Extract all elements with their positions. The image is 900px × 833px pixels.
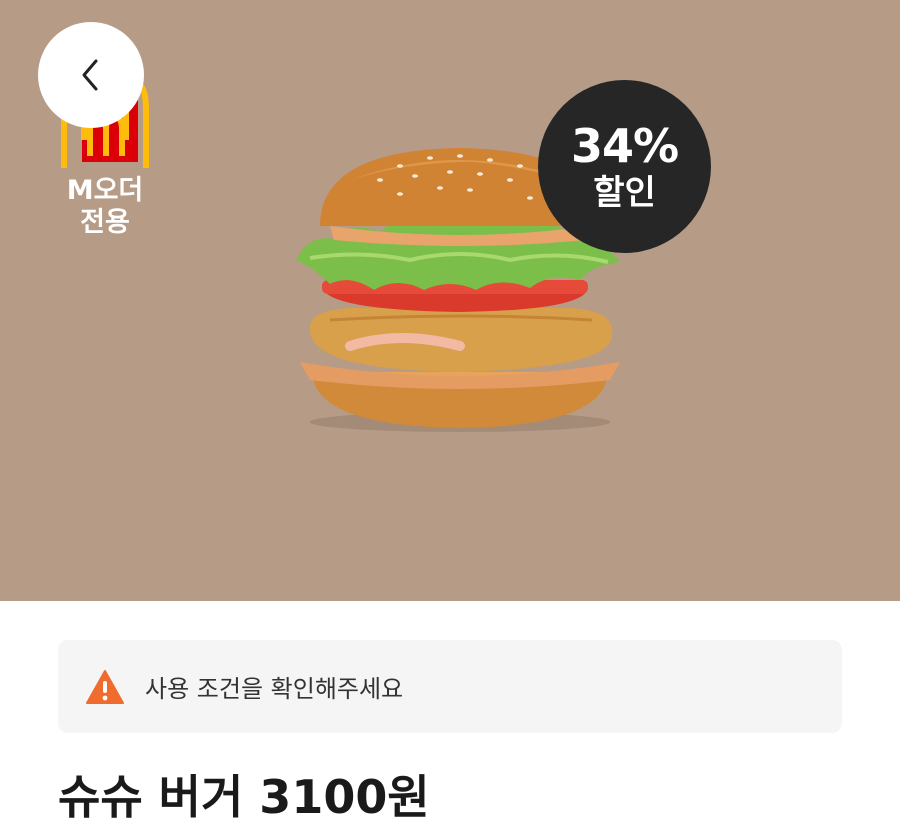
chevron-left-icon xyxy=(82,59,98,91)
discount-percent: 34% xyxy=(570,118,679,173)
discount-label: 할인 xyxy=(593,172,656,213)
logo-tag-line1: M오더 xyxy=(66,175,144,206)
back-button[interactable] xyxy=(38,22,144,128)
usage-conditions-notice[interactable]: 사용 조건을 확인해주세요 xyxy=(58,640,842,733)
product-title: 슈슈 버거 3100원 xyxy=(58,770,430,824)
logo-tag-line2: 전용 xyxy=(80,207,130,238)
warning-icon xyxy=(86,669,124,704)
product-hero: M오더 전용 34% 할인 xyxy=(0,0,900,601)
m-order-only-label: M오더 전용 xyxy=(50,175,160,239)
discount-badge: 34% 할인 xyxy=(538,80,711,253)
notice-text: 사용 조건을 확인해주세요 xyxy=(145,675,404,703)
